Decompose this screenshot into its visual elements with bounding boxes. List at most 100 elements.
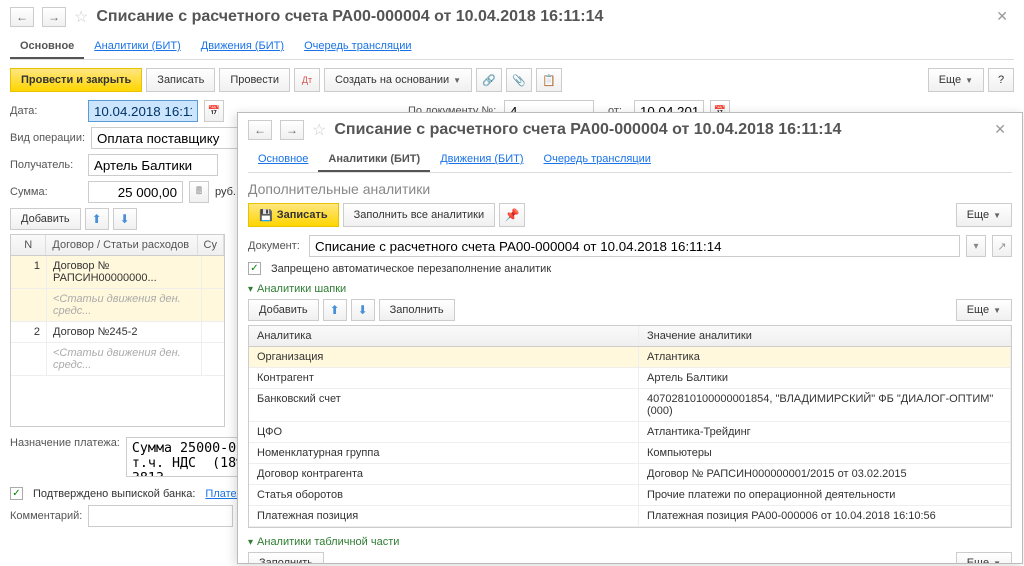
back-grid-head: N Договор / Статьи расходов Су: [11, 235, 224, 256]
back-grid-row[interactable]: 2 Договор №245-2: [11, 322, 224, 343]
sec-header-analytics[interactable]: ▾ Аналитики шапки: [248, 283, 1012, 295]
back-grid-row[interactable]: 1 Договор № РАПСИН00000000...: [11, 256, 224, 289]
front-tab-main[interactable]: Основное: [248, 148, 318, 172]
front-window: ← → ☆ Списание с расчетного счета РА00-0…: [237, 112, 1023, 564]
back-tabs: Основное Аналитики (БИТ) Движения (БИТ) …: [10, 35, 1014, 60]
recipient-input[interactable]: [88, 154, 218, 176]
post-button[interactable]: Провести: [219, 68, 290, 92]
sum-label: Сумма:: [10, 186, 82, 198]
row-lock: ✓ Запрещено автоматическое перезаполнени…: [248, 262, 1012, 275]
doc-icon[interactable]: 📋: [536, 68, 562, 92]
sec1-toolbar: Добавить ⬆ ⬇ Заполнить Еще ▼: [248, 299, 1012, 321]
document-input[interactable]: [309, 235, 960, 257]
analytics-row[interactable]: КонтрагентАртель Балтики: [249, 368, 1011, 389]
front-tabs: Основное Аналитики (БИТ) Движения (БИТ) …: [248, 148, 1012, 173]
chevron-down-icon: ▾: [248, 537, 253, 548]
back-title-row: ← → ☆ Списание с расчетного счета РА00-0…: [10, 6, 1014, 27]
lock-label: Запрещено автоматическое перезаполнение …: [271, 263, 551, 275]
front-tab-analytics[interactable]: Аналитики (БИТ): [318, 148, 430, 172]
move-up-button[interactable]: ⬆: [85, 208, 109, 230]
col-value[interactable]: Значение аналитики: [639, 326, 1011, 346]
analytics-row[interactable]: Банковский счет40702810100000001854, "ВЛ…: [249, 389, 1011, 422]
front-tab-movements[interactable]: Движения (БИТ): [430, 148, 533, 172]
help-icon[interactable]: ?: [988, 68, 1014, 92]
front-more-button[interactable]: Еще ▼: [956, 203, 1012, 227]
confirmed-checkbox[interactable]: ✓: [10, 487, 23, 500]
sec2-more-button[interactable]: Еще ▼: [956, 552, 1012, 564]
col-analytic[interactable]: Аналитика: [249, 326, 639, 346]
save-button[interactable]: Записать: [146, 68, 215, 92]
analytics-row[interactable]: Договор контрагентаДоговор № РАПСИН00000…: [249, 464, 1011, 485]
fill-all-button[interactable]: Заполнить все аналитики: [343, 203, 495, 227]
move-down-button[interactable]: ⬇: [113, 208, 137, 230]
recipient-label: Получатель:: [10, 159, 82, 171]
lock-checkbox[interactable]: ✓: [248, 262, 261, 275]
col-sum[interactable]: Су: [198, 235, 224, 255]
front-tab-queue[interactable]: Очередь трансляции: [534, 148, 661, 172]
purpose-label: Назначение платежа:: [10, 437, 120, 449]
analytics-row[interactable]: Статья оборотовПрочие платежи по операци…: [249, 485, 1011, 506]
back-grid-subrow[interactable]: <Статьи движения ден. средс...: [11, 343, 224, 376]
sec1-move-up[interactable]: ⬆: [323, 299, 347, 321]
nav-back[interactable]: ←: [10, 7, 34, 27]
col-n[interactable]: N: [11, 235, 46, 255]
back-tab-analytics[interactable]: Аналитики (БИТ): [84, 35, 190, 59]
front-close-icon[interactable]: ✕: [988, 119, 1012, 140]
analytics-row[interactable]: Номенклатурная группаКомпьютеры: [249, 443, 1011, 464]
row-document: Документ: ▾ ↗: [248, 235, 1012, 257]
front-title-row: ← → ☆ Списание с расчетного счета РА00-0…: [248, 119, 1012, 140]
front-nav-back[interactable]: ←: [248, 120, 272, 140]
col-contract[interactable]: Договор / Статьи расходов: [46, 235, 197, 255]
sum-input[interactable]: [88, 181, 183, 203]
date-cal-icon[interactable]: 📅: [204, 100, 224, 122]
document-label: Документ:: [248, 240, 303, 252]
date-input[interactable]: [88, 100, 198, 122]
comment-input[interactable]: [88, 505, 233, 527]
front-title: Списание с расчетного счета РА00-000004 …: [334, 121, 841, 139]
front-save-button[interactable]: 💾 Записать: [248, 203, 339, 227]
attach-icon[interactable]: 📎: [506, 68, 532, 92]
sec1-add-button[interactable]: Добавить: [248, 299, 319, 321]
back-tab-main[interactable]: Основное: [10, 35, 84, 59]
front-favorite-icon[interactable]: ☆: [312, 120, 326, 140]
sec2-toolbar: Заполнить Еще ▼: [248, 552, 1012, 564]
back-grid-subrow[interactable]: <Статьи движения ден. средс...: [11, 289, 224, 322]
pin-icon[interactable]: 📌: [499, 203, 525, 227]
debit-credit-icon[interactable]: Дт: [294, 68, 320, 92]
add-row-button[interactable]: Добавить: [10, 208, 81, 230]
front-nav-forward[interactable]: →: [280, 120, 304, 140]
confirmed-label: Подтверждено выпиской банка:: [33, 488, 195, 500]
analytics-row[interactable]: ОрганизацияАтлантика: [249, 347, 1011, 368]
analytics-head: Аналитика Значение аналитики: [249, 326, 1011, 347]
date-label: Дата:: [10, 105, 82, 117]
more-button[interactable]: Еще ▼: [928, 68, 984, 92]
nav-forward[interactable]: →: [42, 7, 66, 27]
sec1-more-button[interactable]: Еще ▼: [956, 299, 1012, 321]
favorite-icon[interactable]: ☆: [74, 7, 88, 27]
link-icon[interactable]: 🔗: [476, 68, 502, 92]
comment-label: Комментарий:: [10, 510, 82, 522]
document-open-icon[interactable]: ↗: [992, 235, 1012, 257]
sec2-fill-button[interactable]: Заполнить: [248, 552, 324, 564]
back-tab-queue[interactable]: Очередь трансляции: [294, 35, 421, 59]
back-grid: N Договор / Статьи расходов Су 1 Договор…: [10, 234, 225, 427]
operation-label: Вид операции:: [10, 132, 85, 144]
sec-tabpart-header[interactable]: ▾ Аналитики табличной части: [248, 536, 1012, 548]
back-close-icon[interactable]: ✕: [990, 6, 1014, 27]
front-toolbar: 💾 Записать Заполнить все аналитики 📌 Еще…: [248, 203, 1012, 227]
sum-currency: руб.: [215, 186, 236, 198]
sum-calc-icon[interactable]: 🖩: [189, 181, 209, 203]
analytics-row[interactable]: ЦФОАтлантика-Трейдинг: [249, 422, 1011, 443]
sec1-fill-button[interactable]: Заполнить: [379, 299, 455, 321]
sec1-move-down[interactable]: ⬇: [351, 299, 375, 321]
create-based-on-button[interactable]: Создать на основании ▼: [324, 68, 472, 92]
analytics-row[interactable]: Платежная позицияПлатежная позиция РА00-…: [249, 506, 1011, 527]
post-close-button[interactable]: Провести и закрыть: [10, 68, 142, 92]
analytics-header-table: Аналитика Значение аналитики Организация…: [248, 325, 1012, 528]
chevron-down-icon: ▾: [248, 284, 253, 295]
front-subtitle: Дополнительные аналитики: [248, 181, 1012, 197]
document-dropdown-icon[interactable]: ▾: [966, 235, 986, 257]
back-toolbar: Провести и закрыть Записать Провести Дт …: [10, 68, 1014, 92]
back-tab-movements[interactable]: Движения (БИТ): [191, 35, 294, 59]
back-title: Списание с расчетного счета РА00-000004 …: [96, 8, 603, 26]
